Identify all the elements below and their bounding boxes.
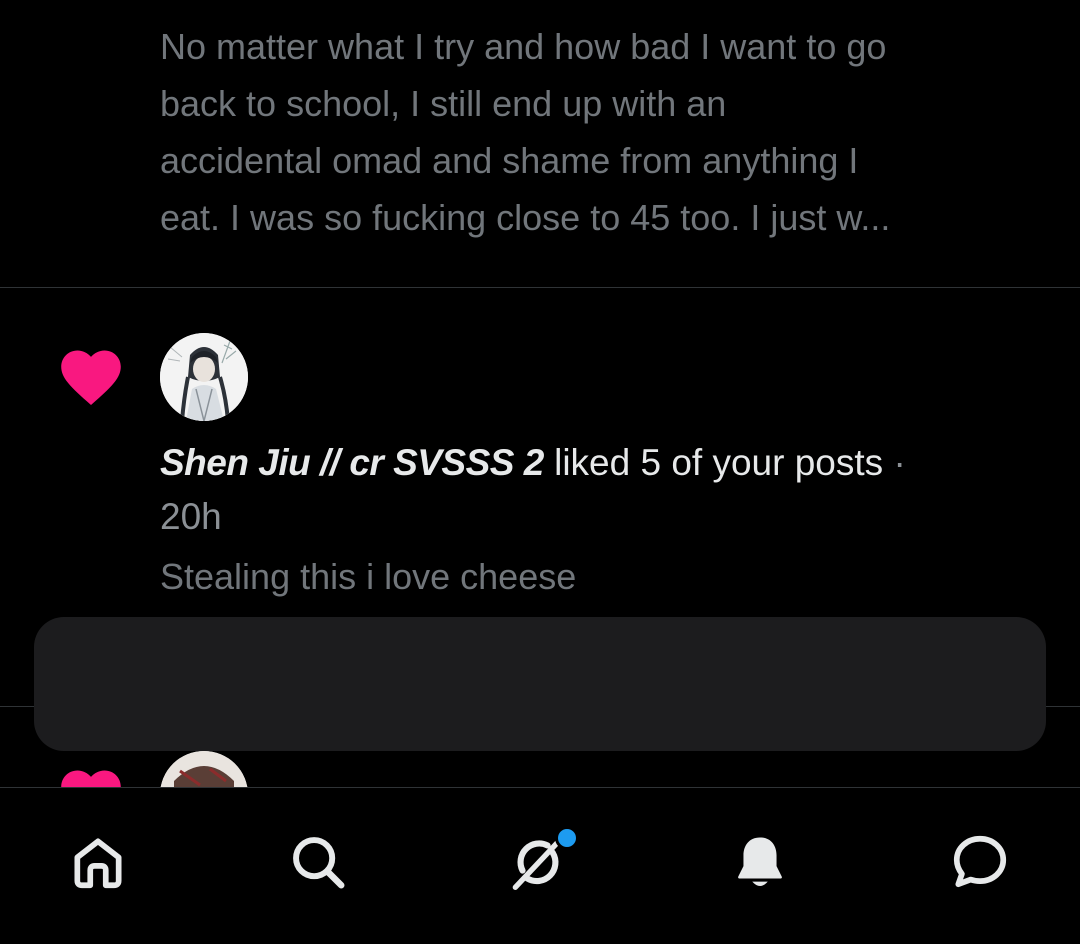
user-name-link[interactable]: Shen Jiu // cr SVSSS 2 bbox=[160, 442, 544, 483]
divider bbox=[0, 287, 1080, 288]
notification-separator: · bbox=[883, 442, 906, 483]
nav-messages-button[interactable] bbox=[940, 822, 1020, 902]
notification-badge-dot bbox=[555, 826, 579, 850]
bell-icon bbox=[738, 837, 782, 887]
nav-home-button[interactable] bbox=[58, 822, 138, 902]
snackbar bbox=[34, 617, 1046, 751]
nav-search-button[interactable] bbox=[278, 822, 358, 902]
notification-time: 20h bbox=[160, 496, 222, 537]
liked-post-preview[interactable]: Stealing this i love cheese bbox=[160, 550, 576, 604]
notification-action: liked 5 of your posts bbox=[543, 442, 884, 483]
home-icon bbox=[74, 838, 122, 889]
bottom-nav bbox=[0, 787, 1080, 944]
nav-grok-button[interactable] bbox=[498, 822, 579, 902]
messages-icon bbox=[953, 835, 1007, 888]
avatar[interactable] bbox=[160, 333, 248, 421]
nav-notifications-button[interactable] bbox=[720, 822, 800, 902]
notification-text[interactable]: Shen Jiu // cr SVSSS 2 liked 5 of your p… bbox=[160, 436, 1030, 544]
heart-icon bbox=[61, 350, 121, 405]
previous-notification-snippet[interactable]: No matter what I try and how bad I want … bbox=[160, 18, 1040, 246]
search-icon bbox=[293, 837, 345, 889]
